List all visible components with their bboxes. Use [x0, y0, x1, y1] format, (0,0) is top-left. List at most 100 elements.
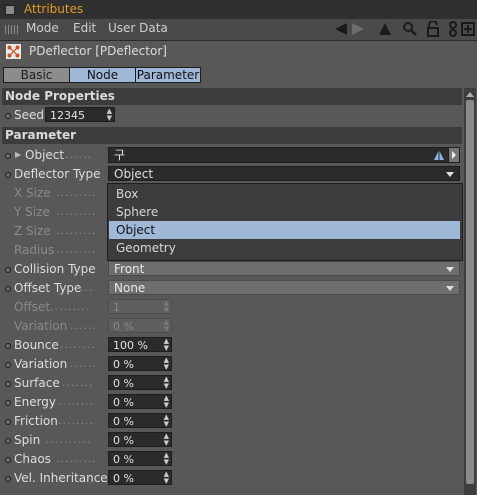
offset-type-value: None — [114, 281, 146, 295]
leader-dots: ...... — [65, 148, 92, 161]
stepper-arrows-icon[interactable]: ▲ ▼ — [164, 471, 169, 485]
leader-dots: ...... — [70, 357, 97, 370]
animate-dot[interactable] — [5, 172, 11, 178]
leader-dots: ....... — [62, 376, 94, 389]
variation-row-1: Variation ...... 0 % ▲ ▼ — [0, 317, 462, 336]
animate-dot[interactable] — [5, 286, 11, 292]
bounce-value: 100 % — [113, 339, 148, 352]
variation-value-2: 0 % — [113, 358, 134, 371]
stepper-arrows-icon[interactable]: ▲ ▼ — [107, 108, 112, 122]
animate-dot[interactable] — [5, 476, 11, 482]
animate-dot[interactable] — [5, 343, 11, 349]
animate-dot[interactable] — [5, 400, 11, 406]
option-sphere[interactable]: Sphere — [109, 203, 460, 221]
variation-row-2: Variation ...... 0 % ▲ ▼ — [0, 355, 462, 374]
vel-inheritance-field[interactable]: 0 % ▲ ▼ — [108, 470, 172, 485]
forward-arrow-icon[interactable] — [350, 21, 366, 37]
deflector-type-label: Deflector Type — [14, 167, 101, 181]
animate-dot[interactable] — [5, 457, 11, 463]
tab-parameter[interactable]: Parameter — [135, 67, 201, 83]
object-link-field[interactable]: 구 — [108, 147, 460, 163]
animate-dot[interactable] — [5, 362, 11, 368]
menu-edit[interactable]: Edit — [73, 21, 96, 35]
animate-dot[interactable] — [5, 267, 11, 273]
chaos-label: Chaos — [14, 452, 51, 466]
spin-label: Spin — [14, 433, 41, 447]
up-arrow-icon[interactable] — [377, 21, 393, 37]
deflector-type-select[interactable]: Object — [108, 166, 460, 181]
spin-value: 0 % — [113, 434, 134, 447]
stepper-arrows-icon[interactable]: ▲ ▼ — [164, 395, 169, 409]
leader-dots: ......... — [50, 300, 91, 313]
pick-object-icon[interactable] — [433, 149, 445, 161]
leader-dots: ........ — [58, 395, 94, 408]
friction-field[interactable]: 0 % ▲ ▼ — [108, 413, 172, 428]
energy-row: Energy ........ 0 % ▲ ▼ — [0, 393, 462, 412]
stepper-arrows-icon[interactable]: ▲ ▼ — [164, 414, 169, 428]
partial-row — [0, 488, 462, 495]
animate-dot[interactable] — [5, 153, 11, 159]
stepper-arrows-icon[interactable]: ▲ ▼ — [164, 338, 169, 352]
stepper-arrows-icon[interactable]: ▲ ▼ — [164, 433, 169, 447]
option-object[interactable]: Object — [109, 221, 460, 239]
object-header: PDeflector [PDeflector] — [0, 40, 477, 64]
animate-dot[interactable] — [5, 381, 11, 387]
node-properties-header[interactable]: Node Properties — [2, 88, 462, 105]
energy-field[interactable]: 0 % ▲ ▼ — [108, 394, 172, 409]
offset-value: 1 — [113, 301, 120, 314]
object-link-value: 구 — [114, 148, 126, 162]
parameter-header[interactable]: Parameter — [2, 127, 462, 144]
x-size-label: X Size — [14, 186, 51, 200]
tab-basic[interactable]: Basic — [3, 67, 70, 83]
stepper-arrows-icon[interactable]: ▲ ▼ — [164, 357, 169, 371]
collision-type-row: Collision Type Front — [0, 260, 462, 279]
leader-dots: ......... — [56, 205, 97, 218]
menu-mode[interactable]: Mode — [26, 21, 59, 35]
animate-dot[interactable] — [5, 419, 11, 425]
option-box[interactable]: Box — [109, 185, 460, 203]
surface-field[interactable]: 0 % ▲ ▼ — [108, 375, 172, 390]
collision-type-select[interactable]: Front — [108, 261, 460, 276]
back-arrow-icon[interactable] — [333, 21, 349, 37]
energy-label: Energy — [14, 395, 57, 409]
grip-icon[interactable] — [5, 25, 18, 34]
animate-dot[interactable] — [5, 438, 11, 444]
object-name: PDeflector [PDeflector] — [29, 44, 167, 58]
leader-dots: ........ — [58, 414, 94, 427]
title-bar: Attributes — [0, 0, 477, 20]
offset-type-select[interactable]: None — [108, 280, 460, 295]
offset-type-label: Offset Type — [14, 281, 82, 295]
seed-row: Seed 12345 ▲ ▼ — [0, 106, 462, 125]
stepper-arrows-icon[interactable]: ▲ ▼ — [164, 452, 169, 466]
variation-label: Variation — [14, 319, 68, 333]
chaos-field[interactable]: 0 % ▲ ▼ — [108, 451, 172, 466]
tab-node[interactable]: Node — [69, 67, 136, 83]
new-panel-icon[interactable] — [460, 21, 476, 37]
link-menu-button[interactable] — [448, 148, 459, 162]
search-icon[interactable] — [402, 21, 418, 37]
variation-field-2[interactable]: 0 % ▲ ▼ — [108, 356, 172, 371]
node-hierarchy-icon[interactable] — [445, 21, 461, 37]
lock-icon[interactable] — [425, 21, 441, 37]
chevron-down-icon — [446, 267, 454, 272]
deflector-type-row: Deflector Type Object — [0, 165, 462, 184]
bounce-field[interactable]: 100 % ▲ ▼ — [108, 337, 172, 352]
window-menu-icon[interactable] — [5, 5, 15, 15]
vel-inheritance-value: 0 % — [113, 472, 134, 485]
scroll-thumb[interactable] — [466, 100, 474, 484]
expand-arrow-icon[interactable]: ▶ — [15, 150, 21, 159]
option-geometry[interactable]: Geometry — [109, 239, 460, 257]
spin-field[interactable]: 0 % ▲ ▼ — [108, 432, 172, 447]
scroll-up-icon[interactable] — [466, 92, 474, 97]
object-row: ▶ Object ...... 구 — [0, 146, 462, 165]
friction-row: Friction ........ 0 % ▲ ▼ — [0, 412, 462, 431]
animate-dot[interactable] — [5, 113, 11, 119]
y-size-label: Y Size — [14, 205, 50, 219]
vertical-scrollbar[interactable] — [464, 88, 476, 495]
offset-row: Offset ......... 1 ▲ ▼ — [0, 298, 462, 317]
chevron-down-icon — [446, 172, 454, 177]
stepper-arrows-icon[interactable]: ▲ ▼ — [164, 376, 169, 390]
deflector-type-dropdown: Box Sphere Object Geometry — [107, 183, 463, 261]
seed-field[interactable]: 12345 ▲ ▼ — [45, 107, 115, 122]
menu-user-data[interactable]: User Data — [108, 21, 168, 35]
